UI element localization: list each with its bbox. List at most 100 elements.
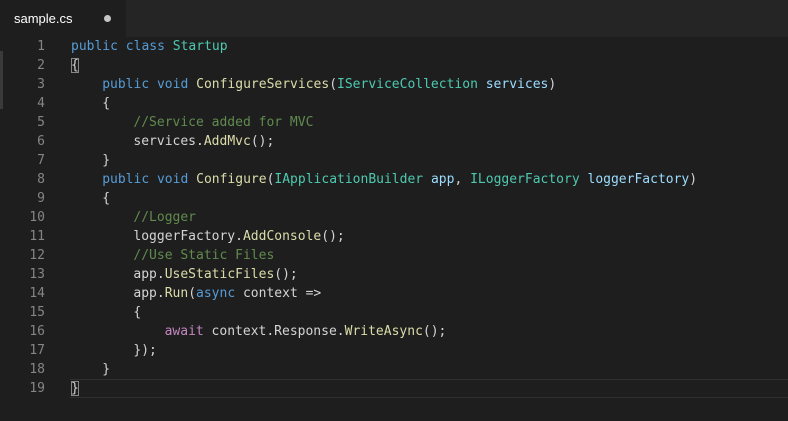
code-token: Configure: [196, 172, 267, 187]
code-token: //Logger: [133, 210, 197, 225]
code-token: (: [188, 286, 197, 301]
tab-bar: sample.cs: [0, 0, 788, 37]
code-line[interactable]: 19}: [0, 379, 788, 398]
code-token: ();: [422, 324, 447, 339]
code-token: loggerFactory: [587, 172, 690, 187]
line-number: 13: [29, 267, 45, 282]
line-number: 4: [37, 96, 45, 111]
code-token: AddConsole: [242, 229, 322, 244]
code-text: }: [71, 379, 79, 398]
code-token: ILoggerFactory: [470, 172, 580, 187]
line-number: 6: [37, 134, 45, 149]
code-token: loggerFactory.: [133, 229, 243, 244]
code-token: ();: [250, 134, 275, 149]
code-token: class: [125, 39, 165, 54]
code-line[interactable]: 12 //Use Static Files: [0, 246, 788, 265]
code-token: UseStaticFiles: [164, 267, 275, 282]
line-number: 8: [37, 172, 45, 187]
line-number: 17: [29, 343, 45, 358]
code-token: ,: [454, 172, 471, 187]
code-token: ): [548, 77, 557, 92]
unsaved-dot-icon[interactable]: [104, 15, 111, 22]
code-token: ConfigureServices: [196, 77, 330, 92]
code-token: public: [71, 39, 118, 54]
line-number: 19: [29, 381, 45, 396]
code-token: (: [329, 77, 338, 92]
code-token: Run: [164, 286, 189, 301]
line-number: 15: [29, 305, 45, 320]
code-text: public class Startup: [71, 37, 228, 56]
code-line[interactable]: 3 public void ConfigureServices(IServiceC…: [0, 75, 788, 94]
line-number: 10: [29, 210, 45, 225]
line-number: 5: [37, 115, 45, 130]
code-text: {: [71, 56, 79, 75]
code-token: {: [102, 191, 111, 206]
code-lines: 1 public class Startup 2{3 public void Conf…: [0, 37, 788, 398]
code-text: public void ConfigureServices(IServiceCo…: [102, 75, 556, 94]
code-token: });: [133, 343, 157, 358]
code-line[interactable]: 7}: [0, 151, 788, 170]
code-line[interactable]: 15 {: [0, 303, 788, 322]
code-line[interactable]: 2{: [0, 56, 788, 75]
code-line[interactable]: 6 services.AddMvc();: [0, 132, 788, 151]
code-text: }: [102, 151, 110, 170]
code-line[interactable]: 18}: [0, 360, 788, 379]
code-token: IApplicationBuilder: [274, 172, 424, 187]
line-number: 12: [29, 248, 45, 263]
code-token: {: [133, 305, 142, 320]
code-line[interactable]: 14 app.Run(async context =>: [0, 284, 788, 303]
line-number: 7: [37, 153, 45, 168]
code-token: WriteAsync: [344, 324, 423, 339]
code-line[interactable]: 4{: [0, 94, 788, 113]
code-token: {: [102, 96, 111, 111]
line-number: 16: [29, 324, 45, 339]
code-line[interactable]: 17});: [0, 341, 788, 360]
code-text: services.AddMvc();: [133, 132, 274, 151]
code-token: context.Response.: [203, 324, 345, 339]
code-token: ): [689, 172, 698, 187]
code-line[interactable]: 8 public void Configure(IApplicationBuild…: [0, 170, 788, 189]
code-token: void: [156, 77, 189, 92]
code-text: });: [133, 341, 156, 360]
code-line[interactable]: 11 loggerFactory.AddConsole();: [0, 227, 788, 246]
code-editor[interactable]: 1 public class Startup 2{3 public void Conf…: [0, 37, 788, 421]
code-line[interactable]: 16 await context.Response.WriteAsync();: [0, 322, 788, 341]
code-token: public: [102, 172, 150, 187]
code-line[interactable]: 5 //Service added for MVC: [0, 113, 788, 132]
code-text: {: [133, 303, 141, 322]
line-number: 14: [29, 286, 45, 301]
line-number: 11: [29, 229, 45, 244]
code-token: app.: [133, 267, 165, 282]
tab-label: sample.cs: [14, 11, 73, 26]
code-token: ();: [274, 267, 298, 282]
code-token: AddMvc: [203, 134, 251, 149]
code-token: public: [102, 77, 150, 92]
code-text: loggerFactory.AddConsole();: [133, 227, 344, 246]
code-line[interactable]: 1 public class Startup: [0, 37, 788, 56]
code-text: }: [102, 360, 110, 379]
line-number: 18: [29, 362, 45, 377]
line-number: 1: [37, 39, 45, 54]
code-line[interactable]: 9{: [0, 189, 788, 208]
line-number: 9: [37, 191, 45, 206]
code-text: {: [102, 189, 110, 208]
code-line[interactable]: 10 //Logger: [0, 208, 788, 227]
code-token: async: [196, 286, 236, 301]
code-text: //Use Static Files: [133, 246, 274, 265]
code-token: //Use Static Files: [133, 248, 275, 263]
code-token: IServiceCollection: [337, 77, 478, 92]
tab-sample-cs[interactable]: sample.cs: [0, 0, 126, 37]
code-token: services: [485, 77, 549, 92]
code-token: {: [71, 58, 79, 73]
code-token: Startup: [172, 39, 228, 54]
code-token: //Service added for MVC: [133, 115, 314, 130]
code-token: services.: [133, 134, 204, 149]
code-line[interactable]: 13 app.UseStaticFiles();: [0, 265, 788, 284]
code-token: }: [102, 362, 111, 377]
code-text: //Logger: [133, 208, 196, 227]
